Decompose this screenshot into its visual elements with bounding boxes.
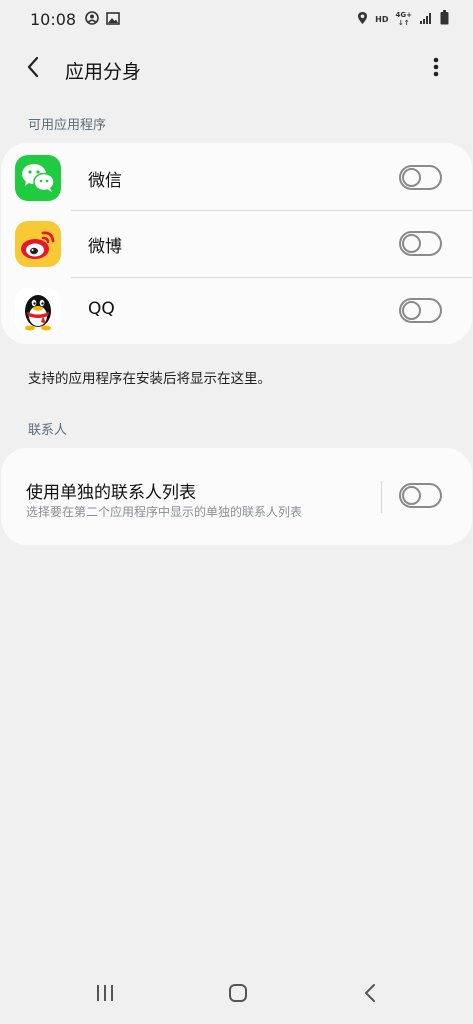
navigation-bar [0, 970, 473, 1024]
network-4g-indicator: 4G+ ↓↑ [396, 11, 412, 27]
toggle-weibo[interactable] [399, 231, 442, 256]
page-title: 应用分身 [65, 61, 142, 83]
app-bar: 应用分身 [0, 44, 473, 94]
vertical-divider [381, 481, 382, 513]
wechat-icon [15, 155, 61, 201]
status-bar: 10:08 HD 4G+ ↓↑ [0, 0, 473, 38]
back-button[interactable] [18, 54, 48, 84]
section-header-available-apps: 可用应用程序 [28, 118, 107, 133]
home-button[interactable] [218, 980, 258, 1010]
toggle-knob [402, 234, 421, 253]
data-arrows-icon: ↓↑ [397, 19, 410, 27]
toggle-qq[interactable] [399, 298, 442, 323]
weibo-icon [15, 221, 61, 267]
contacts-card[interactable]: 使用单独的联系人列表 选择要在第二个应用程序中显示的单独的联系人列表 [1, 448, 472, 545]
hd-indicator: HD [375, 14, 389, 24]
toggle-wechat[interactable] [399, 165, 442, 190]
section-header-contacts: 联系人 [28, 423, 68, 438]
home-icon [228, 983, 248, 1007]
toggle-separate-contacts[interactable] [399, 483, 442, 508]
chevron-left-icon [26, 56, 40, 82]
network-4g-label: 4G+ [395, 11, 412, 19]
qq-icon [15, 288, 61, 334]
toggle-knob [402, 301, 421, 320]
supported-apps-info: 支持的应用程序在安装后将显示在这里。 [28, 371, 271, 387]
more-options-button[interactable] [421, 54, 451, 84]
toggle-knob [402, 168, 421, 187]
nav-back-button[interactable] [350, 980, 390, 1010]
app-name-wechat: 微信 [88, 171, 122, 191]
back-icon [364, 983, 376, 1007]
app-row-qq[interactable]: QQ [1, 277, 472, 343]
status-right-icons: HD 4G+ ↓↑ [357, 9, 449, 29]
separate-contacts-subtitle: 选择要在第二个应用程序中显示的单独的联系人列表 [26, 505, 303, 519]
app-row-weibo[interactable]: 微博 [1, 210, 472, 276]
image-icon [106, 10, 120, 29]
app-name-qq: QQ [88, 299, 115, 319]
apps-card: 微信 微博 QQ [1, 143, 472, 344]
signal-icon [419, 10, 433, 29]
recents-icon [95, 984, 115, 1006]
toggle-knob [402, 486, 421, 505]
app-name-weibo: 微博 [88, 237, 122, 257]
battery-icon [440, 9, 449, 29]
recents-button[interactable] [85, 980, 125, 1010]
status-left-icons [85, 10, 120, 29]
status-time: 10:08 [30, 9, 77, 29]
account-icon [85, 10, 99, 29]
app-row-wechat[interactable]: 微信 [1, 144, 472, 210]
more-vertical-icon [433, 57, 439, 81]
location-icon [357, 10, 368, 29]
separate-contacts-title: 使用单独的联系人列表 [26, 483, 196, 503]
